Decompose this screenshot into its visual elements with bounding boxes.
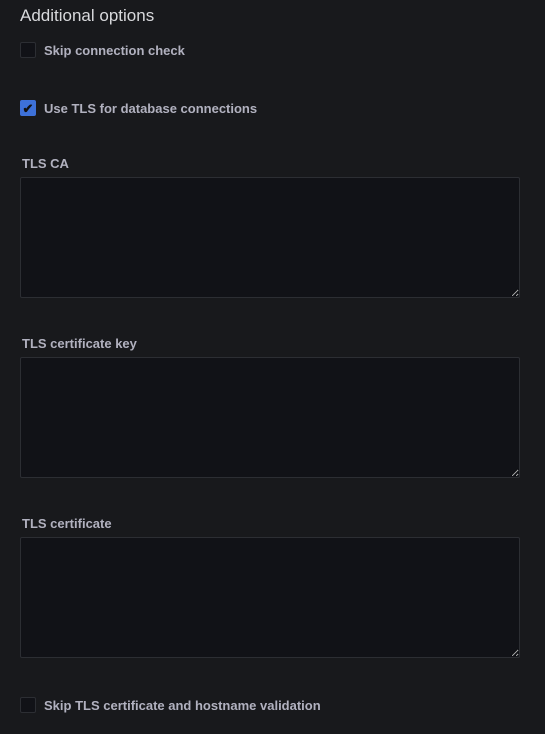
use-tls-checkbox[interactable]: ✔: [20, 100, 36, 116]
check-icon: ✔: [22, 101, 34, 116]
tls-key-input[interactable]: [20, 357, 520, 478]
tls-key-label: TLS certificate key: [22, 336, 137, 351]
tls-ca-label: TLS CA: [22, 156, 69, 171]
skip-connection-check-checkbox[interactable]: [20, 42, 36, 58]
section-title: Additional options: [20, 6, 155, 25]
tls-ca-input[interactable]: [20, 177, 520, 298]
tls-cert-input[interactable]: [20, 537, 520, 658]
skip-tls-validation-checkbox[interactable]: [20, 697, 36, 713]
use-tls-label[interactable]: Use TLS for database connections: [44, 101, 257, 116]
skip-tls-validation-label[interactable]: Skip TLS certificate and hostname valida…: [44, 698, 321, 713]
skip-connection-check-label[interactable]: Skip connection check: [44, 43, 185, 58]
tls-cert-label: TLS certificate: [22, 516, 112, 531]
